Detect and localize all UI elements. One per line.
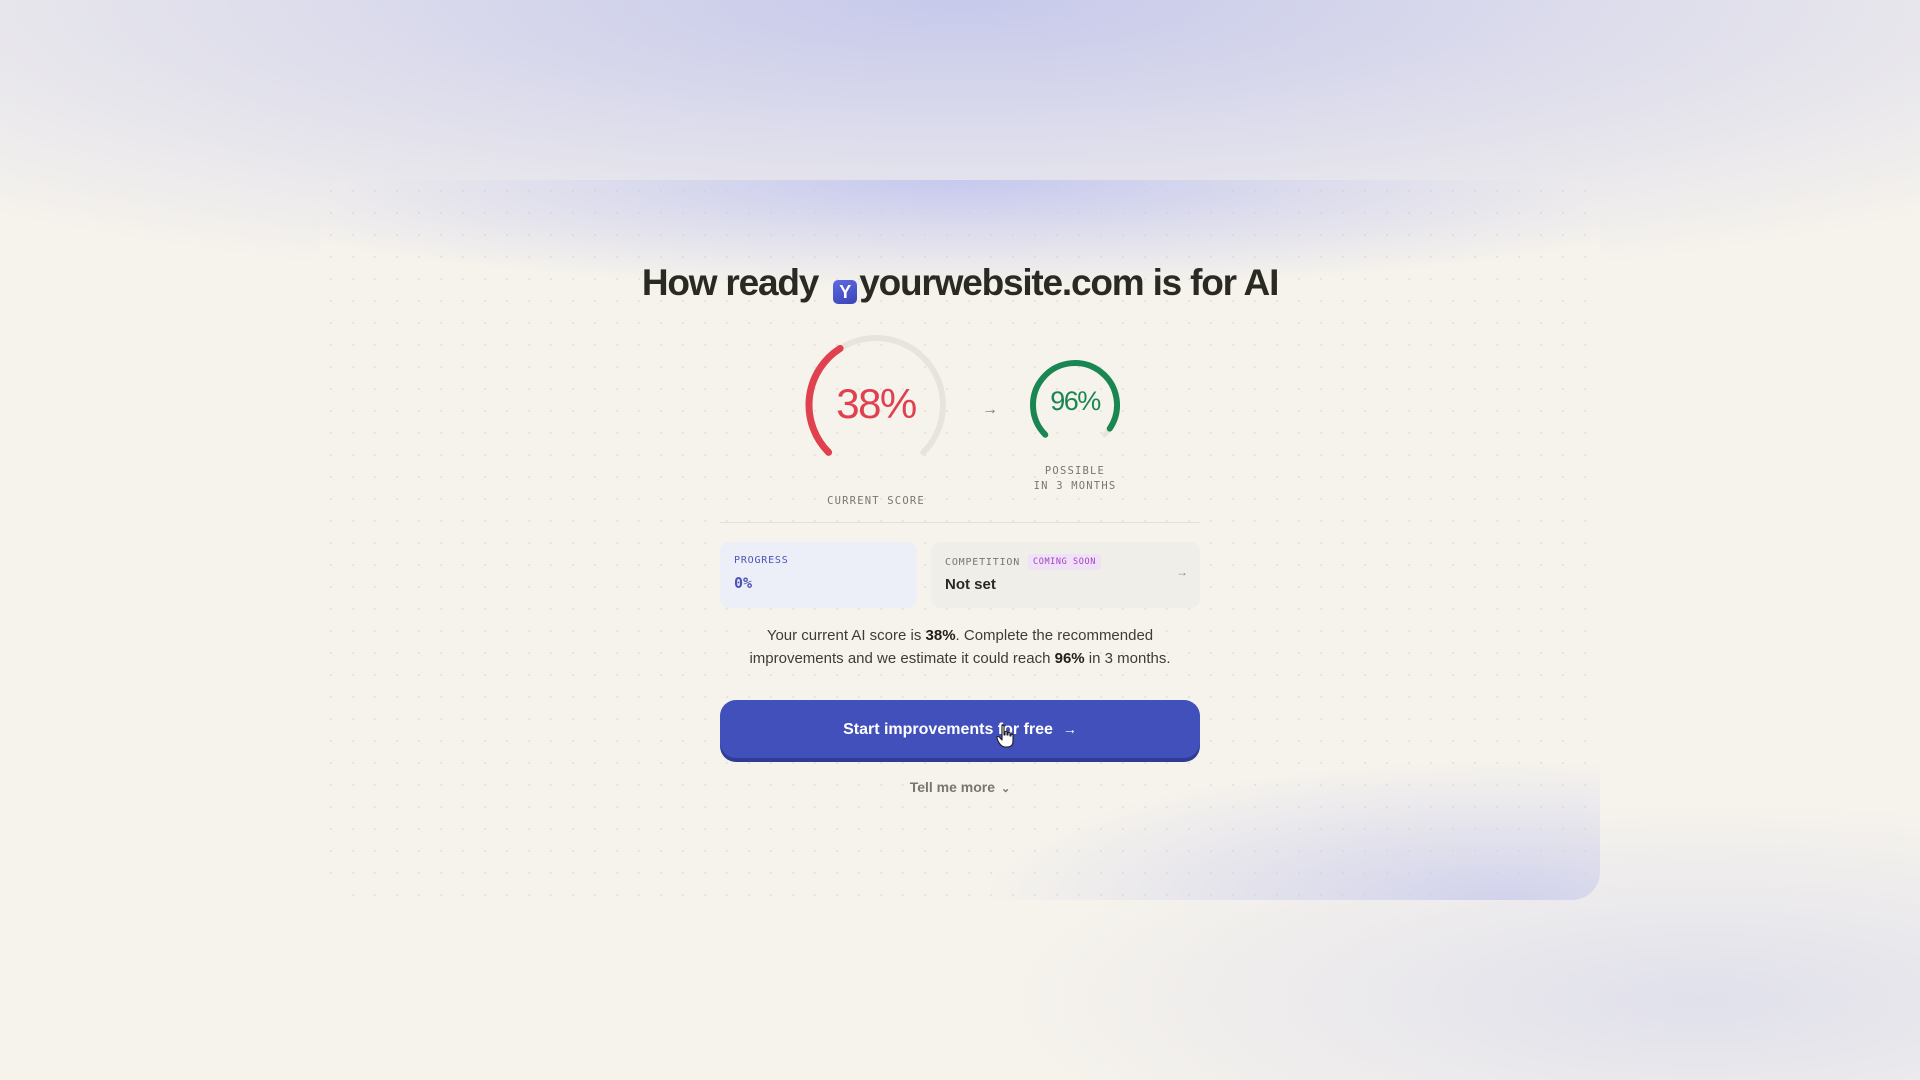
page-title: How ready Yyourwebsite.com is for AI — [0, 262, 1920, 304]
progress-card[interactable]: PROGRESS 0% — [720, 542, 917, 608]
score-summary: Your current AI score is 38%. Complete t… — [720, 624, 1200, 670]
site-favicon-icon: Y — [833, 280, 858, 304]
summary-part1: Your current AI score is — [766, 627, 926, 644]
hand-pointer-icon — [996, 724, 1014, 748]
current-score-gauge: 38% — [796, 330, 956, 470]
arrow-right-icon: → — [982, 401, 998, 418]
current-score-value: 38% — [836, 380, 917, 427]
possible-label-line1: POSSIBLE — [1044, 465, 1106, 477]
coming-soon-badge: COMING SOON — [1028, 554, 1101, 570]
possible-score-gauge: 96% — [1015, 352, 1135, 452]
arrow-right-icon: → — [1062, 721, 1077, 737]
progress-label: PROGRESS — [734, 555, 789, 566]
tell-me-more-button[interactable]: Tell me more ⌄ — [860, 779, 1060, 795]
competition-label: COMPETITION — [945, 557, 1021, 568]
title-suffix: is for AI — [1152, 262, 1280, 303]
summary-target-score: 96% — [1054, 650, 1085, 667]
divider — [720, 522, 1200, 523]
start-improvements-button[interactable]: Start improvements for free → — [720, 700, 1200, 758]
site-domain: yourwebsite.com — [859, 262, 1144, 303]
summary-current-score: 38% — [925, 627, 956, 644]
possible-score-label: POSSIBLE IN 3 MONTHS — [1015, 464, 1135, 494]
tell-me-more-label: Tell me more — [909, 779, 996, 795]
progress-value: 0% — [734, 574, 753, 592]
competition-value: Not set — [945, 576, 996, 593]
chevron-down-icon: ⌄ — [1001, 783, 1011, 795]
title-prefix: How ready — [641, 262, 820, 303]
summary-part3: in 3 months. — [1084, 650, 1171, 667]
competition-card[interactable]: COMPETITION COMING SOON Not set → — [931, 542, 1200, 608]
arrow-right-icon: → — [1176, 565, 1188, 579]
current-score-label: CURRENT SCORE — [827, 495, 925, 507]
start-improvements-label: Start improvements for free — [843, 721, 1053, 738]
possible-score-value: 96% — [1050, 386, 1101, 416]
possible-label-line2: IN 3 MONTHS — [1033, 480, 1117, 492]
competition-label-row: COMPETITION COMING SOON — [945, 554, 1186, 570]
